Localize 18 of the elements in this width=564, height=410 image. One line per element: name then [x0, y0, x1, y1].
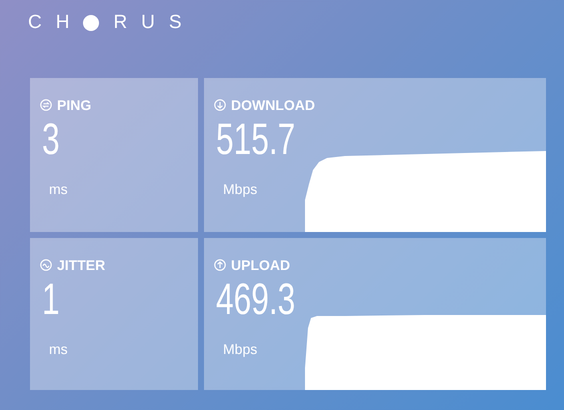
metric-unit: Mbps [223, 342, 258, 356]
metric-label: UPLOAD [231, 258, 290, 272]
wave-icon [40, 259, 52, 271]
metric-unit: ms [49, 342, 68, 356]
metric-value: 515.7 [216, 118, 296, 162]
metric-label: DOWNLOAD [231, 98, 315, 112]
upload-icon [214, 259, 226, 271]
metric-unit: ms [49, 182, 68, 196]
logo-text: CH [28, 10, 84, 35]
logo-text: RUS [113, 10, 196, 35]
metric-label: PING [57, 98, 92, 112]
metric-value: 3 [42, 118, 60, 162]
metric-unit: Mbps [223, 182, 258, 196]
download-icon [214, 99, 226, 111]
metric-value: 1 [42, 278, 60, 322]
swap-icon [40, 99, 52, 111]
metric-value: 469.3 [216, 278, 296, 322]
metric-label: JITTER [57, 258, 106, 272]
